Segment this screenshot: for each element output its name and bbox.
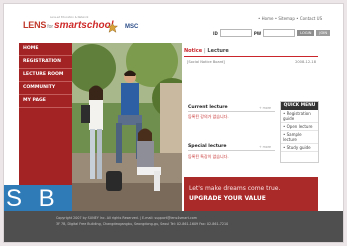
banner-tagline: Let's make dreams come true. — [189, 185, 281, 192]
tab-lecture[interactable]: Lecture — [207, 48, 228, 54]
quick-menu: QUICK MENU • Registration guide • Open l… — [280, 101, 319, 163]
nav-home[interactable]: HOME — [19, 43, 72, 56]
quick-menu-title: QUICK MENU — [281, 102, 318, 110]
nav-my-page[interactable]: MY PAGE — [19, 95, 72, 108]
current-lecture-more[interactable]: + more — [259, 106, 271, 110]
quick-menu-registration-guide[interactable]: • Registration guide — [281, 110, 318, 123]
partner-logo[interactable]: MSC — [125, 24, 138, 30]
logo-lens-text: LENS — [23, 20, 47, 30]
footer-address: 3F 7B, Digital Free Building, Changdeoga… — [56, 222, 229, 226]
notice-divider — [184, 56, 318, 57]
overlay-badge: S B — [4, 185, 72, 213]
nav-registration[interactable]: REGISTRATION — [19, 56, 72, 69]
special-lecture-title: Special lecture — [188, 144, 227, 149]
current-lecture-title: Current lecture — [188, 105, 228, 110]
site-footer: Copyright 2007 by SUNEY Inc. All rights … — [4, 211, 343, 242]
site-logo[interactable]: LENS for smartschool — [23, 20, 114, 34]
current-lecture-divider — [188, 111, 275, 112]
site-header: LENS for smartschool Lens-ed Education &… — [4, 4, 343, 43]
screenshot-frame: LENS for smartschool Lens-ed Education &… — [0, 0, 347, 246]
students-photo — [72, 43, 182, 211]
promo-banner[interactable]: Let's make dreams come true. UPGRADE YOU… — [184, 177, 318, 211]
pw-label: PW — [253, 30, 262, 36]
notice-tabs: Notice | Lecture — [184, 48, 229, 54]
quick-menu-sample-lecture[interactable]: • Sample lecture — [281, 131, 318, 144]
join-button[interactable]: JOIN — [316, 30, 331, 36]
footer-copyright: Copyright 2007 by SUNEY Inc. All rights … — [56, 216, 198, 220]
nav-community[interactable]: COMMUNITY — [19, 82, 72, 95]
special-lecture-more[interactable]: + more — [259, 145, 271, 149]
top-links[interactable]: • Home • Sitemap • Contact US — [258, 16, 322, 21]
notice-date: 2008-12-18 — [295, 60, 316, 64]
id-input[interactable] — [219, 29, 252, 37]
logo-smartschool-text: smartschool — [54, 20, 114, 31]
emblem-icon — [107, 23, 118, 33]
special-lecture-divider — [188, 150, 275, 151]
login-button[interactable]: LOGIN — [297, 30, 315, 36]
notice-title[interactable]: [Social Notice Board] — [187, 60, 225, 64]
current-lecture-empty: 등록된 강의가 없습니다. — [188, 114, 229, 119]
special-lecture-empty: 등록된 특강이 없습니다. — [188, 154, 229, 159]
notice-row[interactable]: [Social Notice Board] 2008-12-18 — [187, 60, 316, 64]
password-input[interactable] — [263, 29, 296, 37]
id-label: ID — [213, 30, 218, 36]
login-form: ID PW LOGIN JOIN — [213, 29, 331, 37]
banner-headline: UPGRADE YOUR VALUE — [189, 195, 266, 202]
nav-lecture-room[interactable]: LECTURE ROOM — [19, 69, 72, 82]
logo-subtitle: Lens-ed Education & Network — [50, 16, 89, 19]
tab-notice[interactable]: Notice — [184, 48, 202, 54]
logo-for-text: for — [47, 24, 54, 30]
quick-menu-open-lecture[interactable]: • Open lecture — [281, 123, 318, 131]
web-page: LENS for smartschool Lens-ed Education &… — [4, 4, 343, 242]
quick-menu-study-guide[interactable]: • Study guide — [281, 144, 318, 152]
